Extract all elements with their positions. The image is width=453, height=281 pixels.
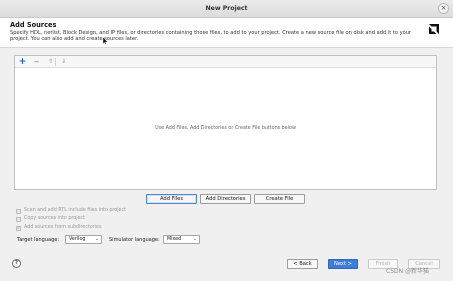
plus-icon[interactable]: + [18, 57, 27, 67]
title-bar: New Project × [0, 0, 453, 18]
window-title: New Project [205, 5, 248, 12]
close-icon[interactable]: × [438, 3, 449, 14]
mouse-cursor-icon [103, 37, 108, 45]
simulator-language-select[interactable]: Mixed ⌄ [163, 235, 200, 244]
target-language-label: Target language: [17, 237, 60, 243]
add-subdirs-label: Add sources from subdirectories [24, 225, 102, 230]
create-file-button[interactable]: Create File [254, 194, 305, 204]
add-subdirs-checkbox[interactable]: ✓ [16, 226, 21, 231]
add-directories-button[interactable]: Add Directories [200, 194, 251, 204]
add-files-button[interactable]: Add Files [146, 194, 197, 204]
back-button[interactable]: < Back [287, 259, 318, 269]
chevron-down-icon: ⌄ [192, 236, 197, 242]
copy-sources-label: Copy sources into project [24, 216, 86, 221]
page-description: Specify HDL, netlist, Block Design, and … [10, 30, 412, 43]
language-row: Target language: Verilog ⌄ Simulator lan… [17, 235, 217, 245]
empty-sources-hint: Use Add Files, Add Directories or Create… [155, 126, 296, 131]
toolbar-divider [55, 58, 56, 66]
simulator-language-label: Simulator language: [109, 237, 160, 243]
amd-logo-icon [427, 22, 441, 36]
next-button[interactable]: Next > [328, 259, 358, 269]
chevron-down-icon: ⌄ [94, 236, 99, 242]
help-icon[interactable]: ? [12, 259, 21, 268]
scan-rtl-checkbox[interactable] [16, 209, 21, 214]
page-header: Add Sources Specify HDL, netlist, Block … [0, 18, 453, 47]
simulator-language-value: Mixed [167, 237, 182, 242]
watermark: CSDN @新华猫 [386, 268, 430, 275]
target-language-value: Verilog [69, 237, 86, 242]
minus-icon[interactable]: − [32, 57, 41, 67]
page-title: Add Sources [10, 21, 57, 29]
target-language-select[interactable]: Verilog ⌄ [65, 235, 102, 244]
scan-rtl-label: Scan and add RTL include files into proj… [24, 208, 126, 213]
move-down-icon[interactable]: ⇓ [59, 57, 68, 67]
copy-sources-checkbox[interactable] [16, 217, 21, 222]
move-up-icon[interactable]: ⇑ [46, 57, 55, 67]
sources-panel: + − ⇑ ⇓ Use Add Files, Add Directories o… [14, 55, 437, 190]
sources-toolbar: + − ⇑ ⇓ [15, 56, 436, 68]
